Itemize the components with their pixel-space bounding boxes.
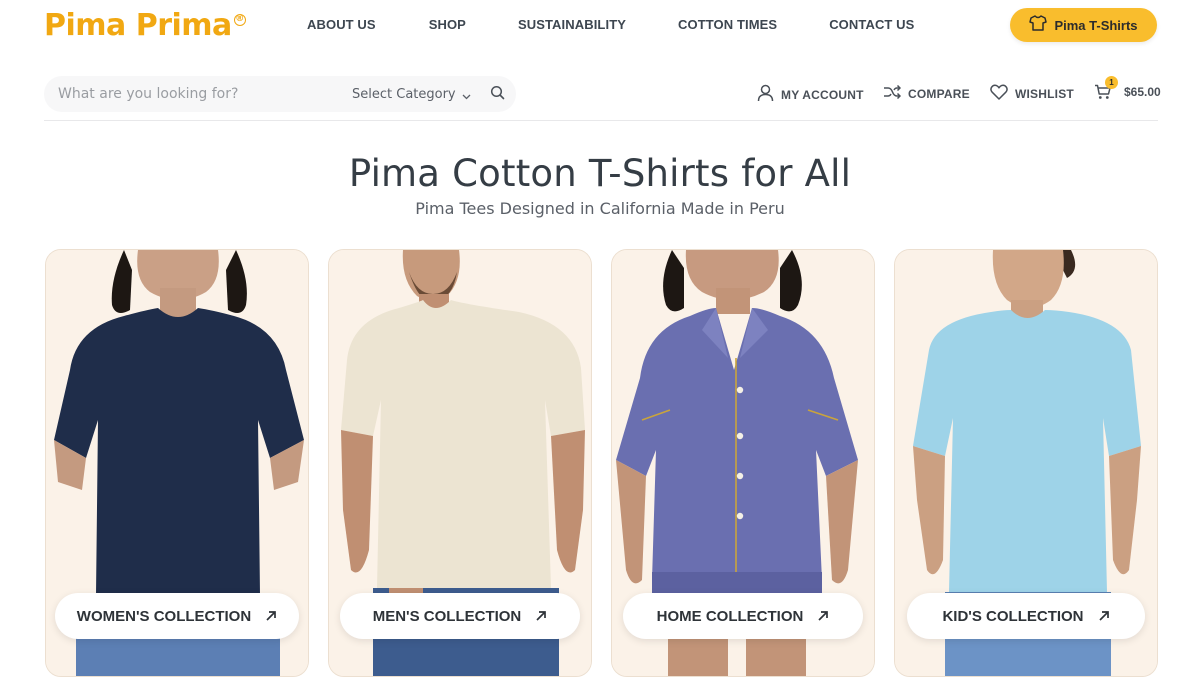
tshirt-icon — [1029, 15, 1048, 35]
search-button[interactable] — [488, 85, 506, 103]
home-collection-button[interactable]: HOME COLLECTION — [623, 593, 863, 639]
mens-collection-button[interactable]: MEN'S COLLECTION — [340, 593, 580, 639]
brand-logo[interactable]: Pima Prima ® — [44, 6, 246, 46]
mens-collection-label: MEN'S COLLECTION — [372, 607, 522, 625]
cart-count-badge: 1 — [1105, 76, 1118, 89]
chevron-down-icon — [462, 85, 471, 104]
collection-card-womens[interactable]: WOMEN'S COLLECTION — [45, 249, 309, 677]
nav-sustainability[interactable]: SUSTAINABILITY — [518, 17, 626, 32]
kids-collection-button[interactable]: KID'S COLLECTION — [907, 593, 1145, 639]
pima-tshirts-button[interactable]: Pima T-Shirts — [1010, 8, 1157, 42]
search-bar: Select Category — [44, 76, 516, 112]
shuffle-icon — [883, 84, 902, 104]
search-icon — [490, 85, 505, 104]
heart-icon — [990, 84, 1008, 104]
nav-about-us[interactable]: ABOUT US — [307, 17, 376, 32]
cart-icon: 1 — [1094, 76, 1118, 100]
site-header: Pima Prima ® ABOUT US SHOP SUSTAINABILIT… — [0, 0, 1200, 55]
search-input[interactable] — [58, 82, 338, 106]
arrow-up-right-icon — [1098, 607, 1110, 626]
nav-shop[interactable]: SHOP — [429, 17, 466, 32]
pima-tshirts-label: Pima T-Shirts — [1054, 17, 1138, 33]
cart-link[interactable]: 1 $65.00 — [1094, 76, 1161, 100]
nav-cotton-times[interactable]: COTTON TIMES — [678, 17, 777, 32]
nav-contact-us[interactable]: CONTACT US — [829, 17, 914, 32]
page-title: Pima Cotton T-Shirts for All — [348, 152, 852, 195]
category-select[interactable]: Select Category — [352, 85, 471, 104]
logo-text: Pima Prima — [44, 8, 232, 43]
arrow-up-right-icon — [535, 607, 547, 626]
kids-collection-label: KID'S COLLECTION — [942, 607, 1084, 625]
page-subtitle: Pima Tees Designed in California Made in… — [415, 199, 785, 218]
compare-label: COMPARE — [908, 87, 970, 101]
arrow-up-right-icon — [817, 607, 829, 626]
womens-collection-label: WOMEN'S COLLECTION — [76, 607, 252, 625]
category-select-label: Select Category — [352, 87, 456, 102]
collection-card-home[interactable]: HOME COLLECTION — [611, 249, 875, 677]
arrow-up-right-icon — [265, 607, 277, 626]
header-divider — [44, 120, 1158, 121]
compare-link[interactable]: COMPARE — [883, 84, 970, 104]
cart-total: $65.00 — [1124, 85, 1161, 99]
home-collection-label: HOME COLLECTION — [656, 607, 804, 625]
collection-card-kids[interactable]: KID'S COLLECTION — [894, 249, 1158, 677]
main-nav: ABOUT US SHOP SUSTAINABILITY COTTON TIME… — [307, 17, 914, 32]
registered-mark: ® — [233, 14, 246, 26]
womens-collection-button[interactable]: WOMEN'S COLLECTION — [55, 593, 299, 639]
my-account-link[interactable]: MY ACCOUNT — [757, 84, 864, 106]
my-account-label: MY ACCOUNT — [781, 88, 864, 102]
user-icon — [757, 84, 774, 106]
collection-card-mens[interactable]: MEN'S COLLECTION — [328, 249, 592, 677]
wishlist-link[interactable]: WISHLIST — [990, 84, 1074, 104]
wishlist-label: WISHLIST — [1015, 87, 1074, 101]
